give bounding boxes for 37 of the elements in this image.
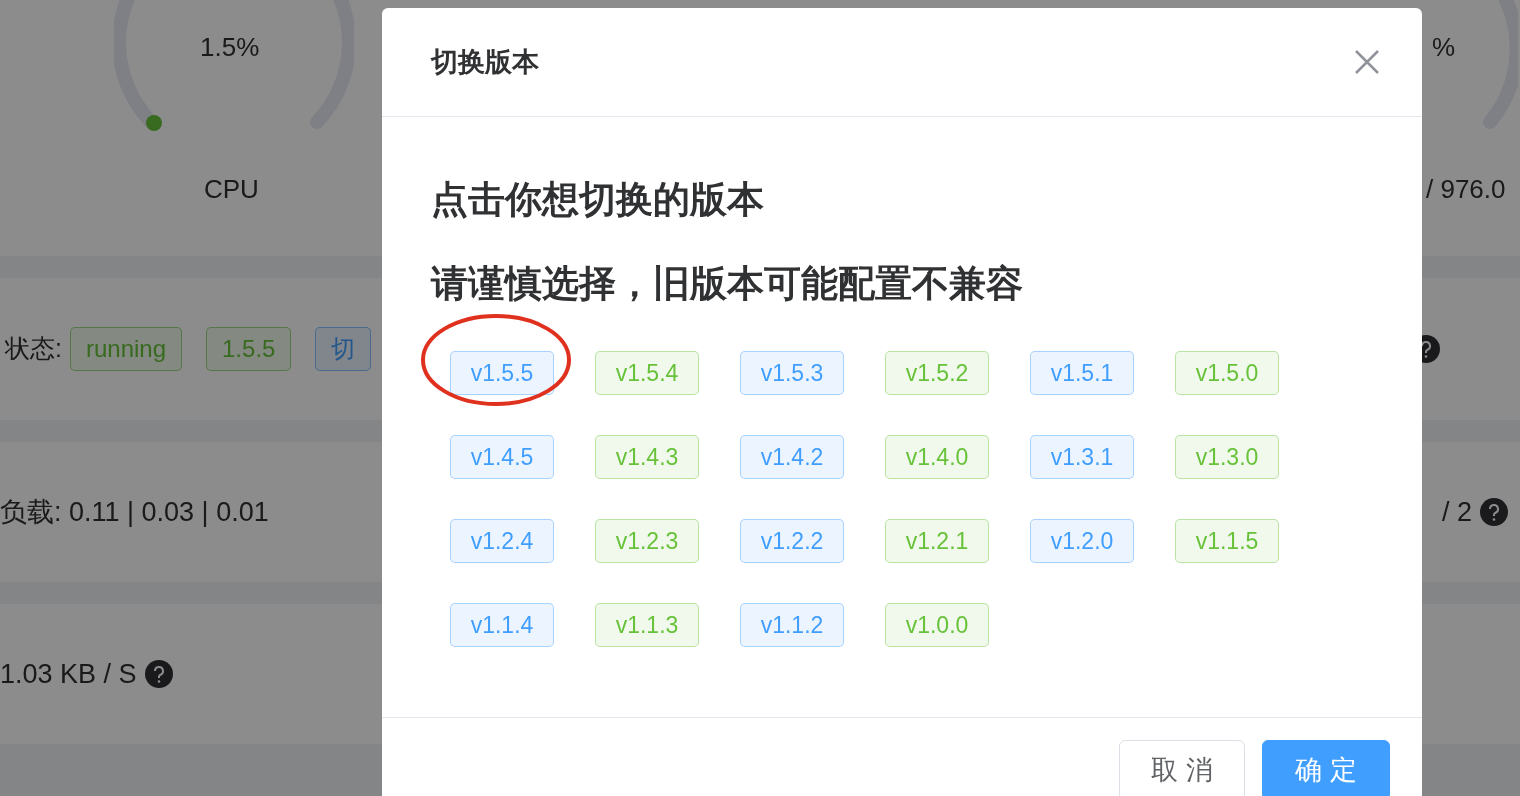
instruction-text: 点击你想切换的版本 bbox=[431, 178, 765, 222]
core-count: / 2 bbox=[1441, 495, 1472, 529]
version-tag[interactable]: v1.5.0 bbox=[1175, 351, 1279, 395]
version-tag[interactable]: v1.5.4 bbox=[595, 351, 699, 395]
version-tag[interactable]: v1.4.0 bbox=[885, 435, 989, 479]
gauge-reading: % bbox=[1432, 31, 1456, 64]
instruction-text: 请谨慎选择，旧版本可能配置不兼容 bbox=[431, 262, 1024, 306]
version-tag[interactable]: v1.0.0 bbox=[885, 603, 989, 647]
version-tag[interactable]: v1.4.2 bbox=[740, 435, 844, 479]
version-tag[interactable]: v1.5.3 bbox=[740, 351, 844, 395]
confirm-button[interactable]: 确 定 bbox=[1262, 740, 1390, 796]
gauge-label: / 976.0 bbox=[1426, 173, 1506, 206]
network-speed: 1.03 KB / S bbox=[0, 657, 137, 691]
version-tag[interactable]: v1.4.3 bbox=[595, 435, 699, 479]
gauge-fill bbox=[145, 114, 163, 132]
version-tag[interactable]: v1.2.2 bbox=[740, 519, 844, 563]
version-tag[interactable]: v1.1.4 bbox=[450, 603, 554, 647]
cancel-button[interactable]: 取 消 bbox=[1119, 740, 1245, 796]
close-icon[interactable] bbox=[1354, 49, 1380, 75]
version-tag[interactable]: v1.2.3 bbox=[595, 519, 699, 563]
gauge-reading: 1.5% bbox=[200, 31, 260, 64]
version-tag[interactable]: v1.1.2 bbox=[740, 603, 844, 647]
version-tag[interactable]: v1.5.1 bbox=[1030, 351, 1134, 395]
status-label: 状态: bbox=[5, 333, 62, 365]
dialog-title: 切换版本 bbox=[431, 45, 539, 79]
version-tag[interactable]: v1.1.3 bbox=[595, 603, 699, 647]
load-average: 负载: 0.11 | 0.03 | 0.01 bbox=[0, 495, 269, 529]
version-tag[interactable]: v1.5.2 bbox=[885, 351, 989, 395]
version-tag[interactable]: v1.3.1 bbox=[1030, 435, 1134, 479]
version-tag[interactable]: v1.2.0 bbox=[1030, 519, 1134, 563]
version-tag[interactable]: v1.3.0 bbox=[1175, 435, 1279, 479]
version-tag[interactable]: v1.5.5 bbox=[450, 351, 554, 395]
version-tag[interactable]: v1.1.5 bbox=[1175, 519, 1279, 563]
version-tag[interactable]: v1.2.4 bbox=[450, 519, 554, 563]
version-tag[interactable]: v1.2.1 bbox=[885, 519, 989, 563]
version-tag[interactable]: v1.4.5 bbox=[450, 435, 554, 479]
gauge-label: CPU bbox=[204, 173, 259, 206]
